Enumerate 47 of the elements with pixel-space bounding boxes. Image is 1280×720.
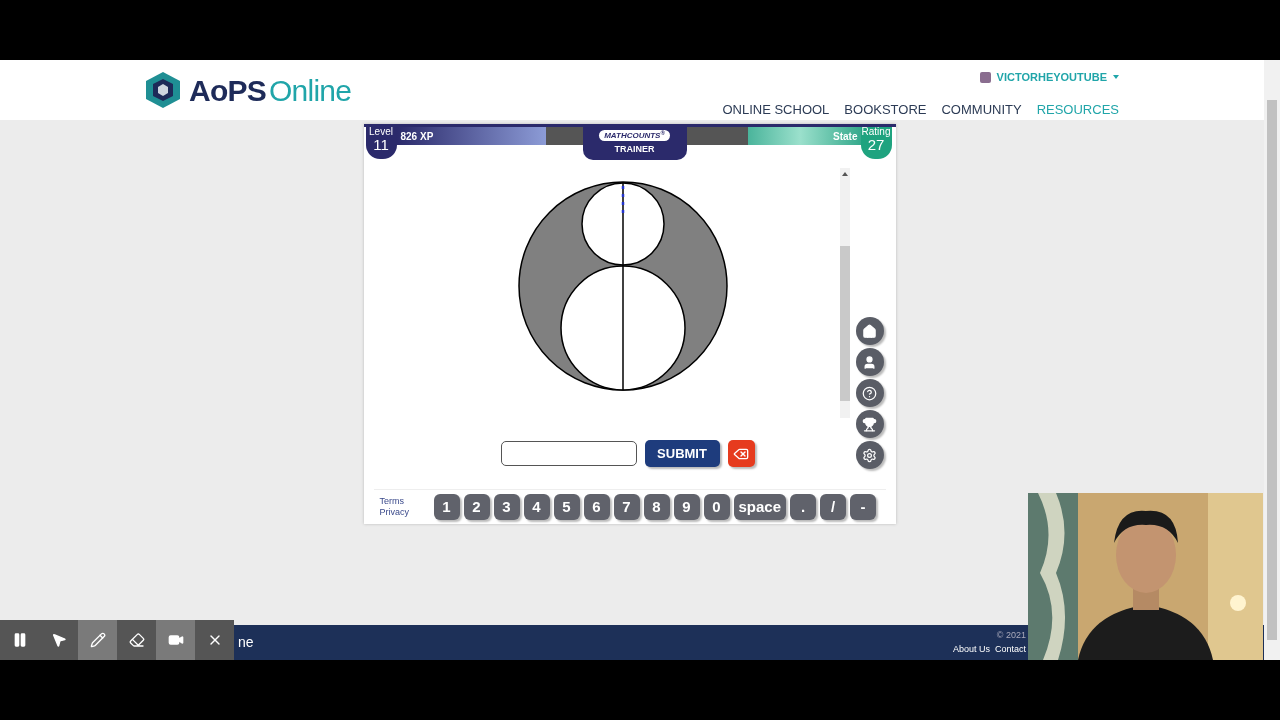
scrollbar[interactable] <box>839 168 850 418</box>
key-button[interactable]: 5 <box>553 494 580 520</box>
pointer-icon[interactable] <box>39 620 78 660</box>
key-button[interactable]: 2 <box>463 494 490 520</box>
nav-link[interactable]: COMMUNITY <box>941 99 1022 119</box>
scroll-up-icon[interactable] <box>841 172 848 176</box>
home-icon[interactable] <box>855 317 884 345</box>
logo-icon <box>145 71 181 109</box>
key-button[interactable]: - <box>850 494 877 520</box>
close-icon[interactable] <box>195 620 234 660</box>
rating-badge: Rating 27 <box>860 127 892 159</box>
pause-icon[interactable] <box>0 620 39 660</box>
clear-button[interactable] <box>727 440 755 467</box>
caret-icon <box>1113 75 1119 80</box>
footer-link[interactable]: Contact <box>994 642 1026 656</box>
submit-button[interactable]: SUBMIT <box>644 440 720 467</box>
eraser-icon[interactable] <box>117 620 156 660</box>
user-icon[interactable] <box>855 348 884 376</box>
copyright-text: © 2021 <box>996 629 1026 642</box>
nav-link[interactable]: BOOKSTORE <box>844 99 927 119</box>
rank-bar: State <box>686 127 861 145</box>
settings-icon[interactable] <box>855 441 884 469</box>
key-button[interactable]: space <box>733 494 787 520</box>
key-button[interactable]: 9 <box>673 494 700 520</box>
key-button[interactable]: 6 <box>583 494 610 520</box>
trophy-icon[interactable] <box>855 410 884 438</box>
key-button[interactable]: 1 <box>433 494 460 520</box>
footer-link[interactable]: Privacy <box>379 507 432 518</box>
nav-link[interactable]: ONLINE SCHOOL <box>722 99 830 119</box>
footer-link[interactable]: About Us <box>952 642 990 656</box>
page-scrollbar[interactable] <box>1264 60 1280 660</box>
key-button[interactable]: 4 <box>523 494 550 520</box>
camera-icon[interactable] <box>156 620 195 660</box>
logo-text[interactable]: AoPSOnline <box>189 67 352 113</box>
key-button[interactable]: 7 <box>613 494 640 520</box>
key-button[interactable]: 3 <box>493 494 520 520</box>
key-button[interactable]: 0 <box>703 494 730 520</box>
key-button[interactable]: / <box>820 494 847 520</box>
help-icon[interactable] <box>855 379 884 407</box>
footer-brand: ne <box>238 633 254 652</box>
level-badge: Level 11 <box>365 127 397 159</box>
key-button[interactable]: . <box>790 494 817 520</box>
xp-bar: 826 XP <box>396 127 583 145</box>
key-button[interactable]: 8 <box>643 494 670 520</box>
pen-icon[interactable] <box>78 620 117 660</box>
footer-link[interactable]: Terms <box>379 496 432 507</box>
answer-field[interactable] <box>500 441 637 466</box>
